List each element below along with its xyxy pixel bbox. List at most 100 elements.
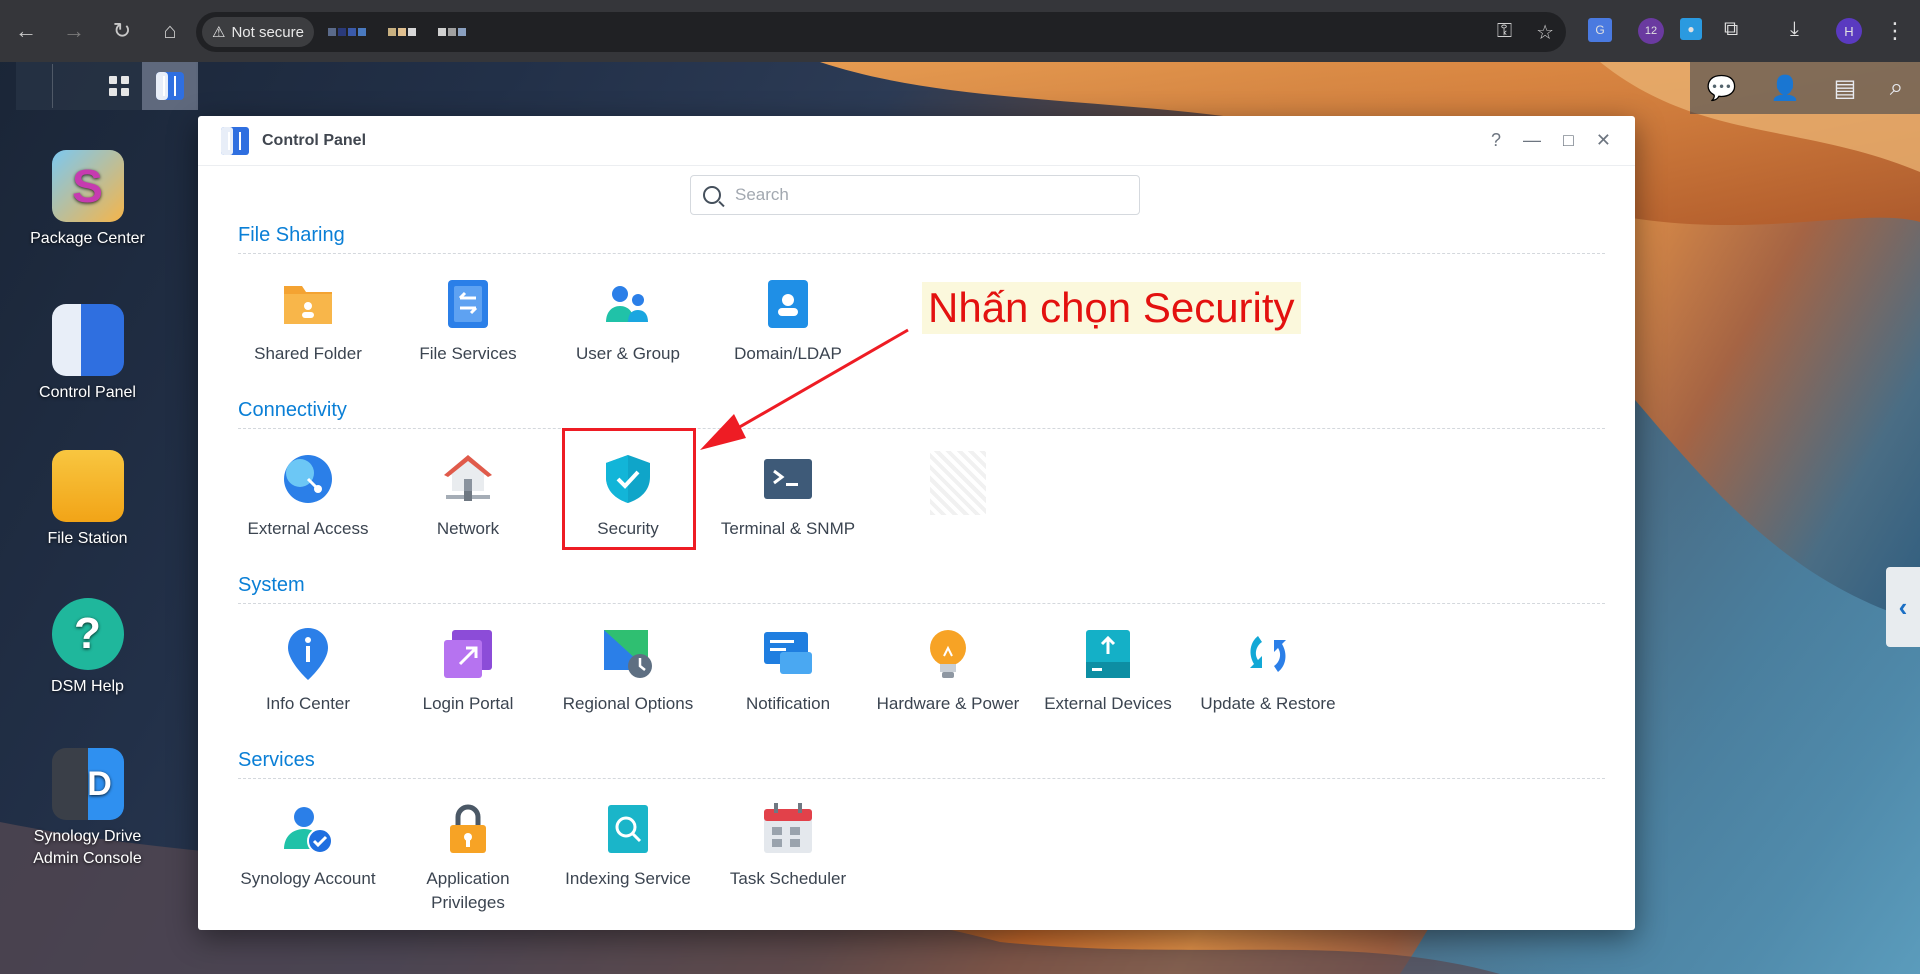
notification-icon bbox=[760, 626, 816, 682]
item-label: Hardware & Power bbox=[876, 694, 1020, 713]
item-label: Application Privileges bbox=[426, 869, 510, 912]
network-icon bbox=[440, 451, 496, 507]
search-input[interactable]: Search bbox=[690, 175, 1140, 215]
external-devices-icon bbox=[1080, 626, 1136, 682]
item-label: Update & Restore bbox=[1200, 694, 1336, 713]
lightbulb-icon bbox=[920, 626, 976, 682]
widgets-icon[interactable]: ▤ bbox=[1834, 74, 1857, 103]
item-regional-options[interactable]: Regional Options bbox=[548, 626, 708, 716]
info-pin-icon bbox=[280, 626, 336, 682]
item-notification[interactable]: Notification bbox=[708, 626, 868, 716]
item-external-access[interactable]: External Access bbox=[228, 451, 388, 541]
shared-folder-icon bbox=[280, 276, 336, 332]
extension-badge-count: 12 bbox=[1644, 25, 1658, 37]
item-login-portal[interactable]: Login Portal bbox=[388, 626, 548, 716]
url-text-redacted bbox=[328, 28, 466, 36]
item-label: Info Center bbox=[265, 694, 351, 713]
item-label: Synology Account bbox=[240, 869, 376, 888]
taskbar-control-panel[interactable] bbox=[142, 62, 198, 110]
item-label: File Services bbox=[419, 344, 517, 363]
update-restore-icon bbox=[1240, 626, 1296, 682]
item-shared-folder[interactable]: Shared Folder bbox=[228, 276, 388, 366]
help-icon: ? bbox=[51, 598, 124, 670]
item-label: Task Scheduler bbox=[729, 869, 847, 888]
close-button[interactable]: ✕ bbox=[1596, 130, 1611, 151]
item-label: External Access bbox=[247, 519, 369, 538]
minimize-button[interactable]: — bbox=[1523, 130, 1541, 151]
downloads-icon[interactable]: ⤓ bbox=[1790, 18, 1799, 41]
desktop-file-station[interactable]: File Station bbox=[20, 450, 155, 550]
item-label: Regional Options bbox=[562, 694, 694, 713]
folder-icon bbox=[51, 450, 124, 522]
file-services-icon bbox=[440, 276, 496, 332]
item-file-services[interactable]: File Services bbox=[388, 276, 548, 366]
item-info-center[interactable]: Info Center bbox=[228, 626, 388, 716]
item-label: Shared Folder bbox=[254, 344, 362, 363]
translate-extension-icon[interactable]: G bbox=[1588, 18, 1612, 42]
desktop-label: Synology Drive Admin Console bbox=[33, 828, 142, 867]
extensions-puzzle-icon[interactable]: ⧉ bbox=[1724, 18, 1738, 41]
item-synology-account[interactable]: Synology Account bbox=[228, 801, 388, 891]
annotation-arrow bbox=[700, 328, 909, 450]
section-services: Services bbox=[238, 749, 1605, 779]
profile-avatar[interactable]: H bbox=[1836, 18, 1862, 44]
search-icon[interactable]: ⌕ bbox=[1890, 74, 1903, 102]
item-label: External Devices bbox=[1044, 694, 1172, 713]
maximize-button[interactable]: □ bbox=[1563, 130, 1574, 151]
sidebar-collapse-toggle[interactable]: ‹ bbox=[1886, 567, 1920, 647]
item-network[interactable]: Network bbox=[388, 451, 548, 541]
extension-badge-icon[interactable]: 12 bbox=[1638, 18, 1664, 44]
item-task-scheduler[interactable]: Task Scheduler bbox=[708, 801, 868, 891]
annotation-text: Nhấn chọn Security bbox=[922, 282, 1301, 334]
reload-button[interactable]: ↻ bbox=[100, 9, 144, 53]
grid-menu-icon bbox=[108, 76, 129, 96]
item-external-devices[interactable]: External Devices bbox=[1028, 626, 1188, 716]
padlock-icon bbox=[440, 801, 496, 857]
item-label: Notification bbox=[745, 694, 831, 713]
desktop-package-center[interactable]: S Package Center bbox=[20, 150, 155, 250]
window-title: Control Panel bbox=[262, 131, 367, 149]
warning-icon: ⚠ bbox=[212, 24, 226, 41]
home-button[interactable]: ⌂ bbox=[148, 9, 192, 53]
item-label: Network bbox=[436, 519, 500, 538]
password-key-icon[interactable]: ⚿ bbox=[1497, 20, 1512, 45]
desktop-synology-drive-admin[interactable]: D Synology Drive Admin Console bbox=[20, 748, 155, 870]
item-application-privileges[interactable]: Application Privileges bbox=[388, 801, 548, 915]
desktop-control-panel[interactable]: Control Panel bbox=[20, 304, 155, 404]
security-label: Not secure bbox=[231, 23, 304, 41]
control-panel-icon bbox=[51, 304, 124, 376]
item-terminal-snmp[interactable]: Terminal & SNMP bbox=[708, 451, 868, 541]
drive-admin-icon: D bbox=[51, 748, 124, 820]
forward-button[interactable]: → bbox=[52, 9, 96, 53]
item-indexing-service[interactable]: Indexing Service bbox=[548, 801, 708, 891]
address-bar[interactable]: ⚠ Not secure ⚿ ☆ bbox=[196, 12, 1566, 52]
item-label: Terminal & SNMP bbox=[720, 519, 856, 538]
desktop-label: Package Center bbox=[30, 230, 145, 247]
package-center-icon: S bbox=[51, 150, 124, 222]
browser-menu-button[interactable]: ⋮ bbox=[1884, 18, 1906, 44]
indexing-service-icon bbox=[600, 801, 656, 857]
window-titlebar[interactable]: Control Panel bbox=[198, 116, 1635, 166]
user-group-icon bbox=[600, 276, 656, 332]
watermark-logo bbox=[930, 451, 986, 515]
synology-account-icon bbox=[280, 801, 336, 857]
security-indicator[interactable]: ⚠ Not secure bbox=[202, 17, 314, 47]
item-user-group[interactable]: User & Group bbox=[548, 276, 708, 366]
chat-icon[interactable]: 💬 bbox=[1707, 74, 1737, 103]
section-system: System bbox=[238, 574, 1605, 604]
control-panel-icon bbox=[221, 126, 249, 155]
desktop-dsm-help[interactable]: ? DSM Help bbox=[20, 598, 155, 698]
login-portal-icon bbox=[440, 626, 496, 682]
dsm-tray: 💬 👤 ▤ ⌕ bbox=[1690, 62, 1920, 114]
drop-extension-icon[interactable]: ● bbox=[1680, 18, 1702, 40]
back-button[interactable]: ← bbox=[4, 9, 48, 53]
external-access-icon bbox=[280, 451, 336, 507]
help-button[interactable]: ? bbox=[1491, 130, 1501, 151]
item-label: User & Group bbox=[576, 344, 680, 363]
browser-toolbar: ← → ↻ ⌂ ⚠ Not secure ⚿ ☆ G 12 ● ⧉ ⤓ H ⋮ bbox=[0, 0, 1920, 62]
user-icon[interactable]: 👤 bbox=[1770, 74, 1800, 103]
item-hardware-power[interactable]: Hardware & Power bbox=[868, 626, 1028, 716]
bookmark-star-icon[interactable]: ☆ bbox=[1536, 20, 1554, 45]
item-update-restore[interactable]: Update & Restore bbox=[1188, 626, 1348, 716]
item-label: Login Portal bbox=[422, 694, 514, 713]
